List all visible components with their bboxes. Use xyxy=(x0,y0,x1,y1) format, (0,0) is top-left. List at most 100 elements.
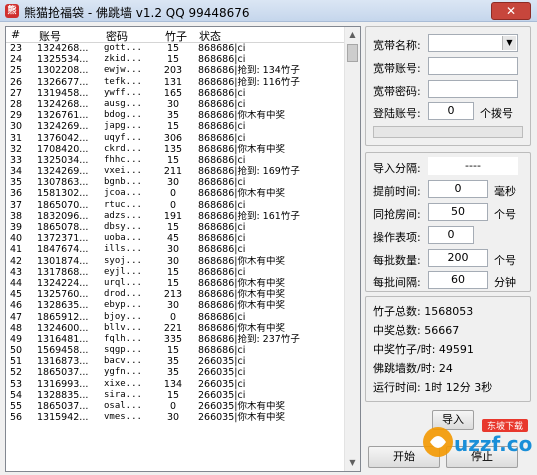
row-account: 1319458... xyxy=(37,87,89,99)
table-row[interactable]: 44 1324224... urql... 15 868686|你木有中奖 xyxy=(6,278,345,289)
broadband-account-input[interactable] xyxy=(428,57,518,75)
row-password: bgnb... xyxy=(104,177,142,188)
row-index: 25 xyxy=(10,65,23,77)
row-status: 868686|抢到: 169竹子 xyxy=(198,166,300,178)
row-bamboo: 306 xyxy=(163,132,183,144)
table-row[interactable]: 41 1847674... ills... 30 868686|ci xyxy=(6,244,345,255)
column-header-bamboo[interactable]: 竹子 xyxy=(165,28,187,44)
row-status: 868686|你木有中奖 xyxy=(198,322,285,334)
table-row[interactable]: 50 1569458... sqgp... 15 868686|ci xyxy=(6,345,345,356)
table-row[interactable]: 35 1307863... bgnb... 30 868686|ci xyxy=(6,177,345,188)
table-row[interactable]: 36 1581302... jcoa... 0 868686|你木有中奖 xyxy=(6,188,345,199)
row-index: 53 xyxy=(10,378,23,390)
row-index: 56 xyxy=(10,412,23,424)
row-status: 868686|ci xyxy=(198,233,246,245)
table-row[interactable]: 28 1324268... ausg... 30 868686|ci xyxy=(6,99,345,110)
row-bamboo: 15 xyxy=(166,121,180,133)
scroll-up-icon[interactable]: ▲ xyxy=(345,27,360,43)
same-room-input[interactable]: 50 xyxy=(428,203,488,221)
row-bamboo: 35 xyxy=(166,356,180,368)
login-count-label: 登陆账号: xyxy=(373,107,421,120)
table-row[interactable]: 48 1324600... bllv... 221 868686|你木有中奖 xyxy=(6,323,345,334)
login-count-input[interactable]: 0 xyxy=(428,102,474,120)
table-row[interactable]: 51 1316873... bacv... 35 266035|ci xyxy=(6,356,345,367)
settings-panel: 导入分隔: ---- 提前时间: 0 毫秒 同抢房间: 50 个号 操作表项: … xyxy=(365,152,531,292)
row-index: 36 xyxy=(10,188,23,200)
table-row[interactable]: 43 1317868... eyjl... 15 868686|ci xyxy=(6,267,345,278)
row-status: 868686|ci xyxy=(198,177,246,189)
row-bamboo: 0 xyxy=(169,401,177,412)
table-row[interactable]: 54 1328835... sira... 15 266035|ci xyxy=(6,390,345,401)
column-header-status[interactable]: 状态 xyxy=(199,28,221,44)
row-bamboo: 15 xyxy=(166,345,180,357)
row-password: uoba... xyxy=(104,233,142,244)
row-bamboo: 0 xyxy=(169,199,177,211)
row-bamboo: 221 xyxy=(163,322,183,334)
import-separator-input[interactable]: ---- xyxy=(428,157,518,175)
table-row[interactable]: 29 1326761... bdog... 35 868686|你木有中奖 xyxy=(6,110,345,121)
account-table[interactable]: # 账号 密码 竹子 状态 23 1324268... gott... 15 86868… xyxy=(5,26,361,472)
row-password: vxei... xyxy=(104,166,142,177)
row-status: 868686|ci xyxy=(198,154,246,166)
table-row[interactable]: 55 1865037... osal... 0 266035|你木有中奖 xyxy=(6,401,345,412)
batch-count-input[interactable]: 200 xyxy=(428,249,488,267)
row-account: 1376042... xyxy=(37,132,89,144)
table-row[interactable]: 40 1372371... uoba... 45 868686|ci xyxy=(6,233,345,244)
table-row[interactable]: 27 1319458... ywff... 165 868686|ci xyxy=(6,88,345,99)
table-row[interactable]: 46 1328635... ebyp... 30 868686|你木有中奖 xyxy=(6,300,345,311)
row-bamboo: 30 xyxy=(166,412,180,424)
broadband-name-select[interactable]: ▼ xyxy=(428,34,518,52)
row-bamboo: 203 xyxy=(163,65,183,77)
advance-time-input[interactable]: 0 xyxy=(428,180,488,198)
table-row[interactable]: 23 1324268... gott... 15 868686|ci xyxy=(6,43,345,54)
table-row[interactable]: 34 1324269... vxei... 211 868686|抢到: 169竹子 xyxy=(6,166,345,177)
table-row[interactable]: 24 1325534... zkid... 15 868686|ci xyxy=(6,54,345,65)
row-account: 1326761... xyxy=(37,110,89,122)
table-row[interactable]: 31 1376042... uqyf... 306 868686|ci xyxy=(6,133,345,144)
table-body: 23 1324268... gott... 15 868686|ci 24 1325534.… xyxy=(6,43,345,423)
login-count-suffix: 个拨号 xyxy=(480,107,513,120)
table-scrollbar[interactable]: ▲ ▼ xyxy=(344,27,360,471)
table-row[interactable]: 53 1316993... xixe... 134 266035|ci xyxy=(6,379,345,390)
table-row[interactable]: 47 1865912... bjoy... 0 868686|ci xyxy=(6,312,345,323)
row-index: 45 xyxy=(10,289,23,301)
column-header-account[interactable]: 账号 xyxy=(39,28,61,44)
table-row[interactable]: 38 1832096... adzs... 191 868686|抢到: 161竹子 xyxy=(6,211,345,222)
column-header-password[interactable]: 密码 xyxy=(106,28,128,44)
batch-interval-label: 每批间隔: xyxy=(373,276,421,289)
row-index: 40 xyxy=(10,233,23,245)
close-window-button[interactable]: ✕ xyxy=(491,2,531,20)
chevron-down-icon[interactable]: ▼ xyxy=(502,36,516,50)
scroll-thumb[interactable] xyxy=(347,44,358,62)
table-row[interactable]: 33 1325034... fhhc... 15 868686|ci xyxy=(6,155,345,166)
table-row[interactable]: 52 1865037... ygfn... 35 266035|ci xyxy=(6,367,345,378)
operation-item-input[interactable]: 0 xyxy=(428,226,474,244)
row-index: 38 xyxy=(10,210,23,222)
row-index: 28 xyxy=(10,98,23,110)
table-row[interactable]: 39 1865078... dbsy... 15 868686|ci xyxy=(6,222,345,233)
column-header-index[interactable]: # xyxy=(11,28,20,41)
row-status: 266035|ci xyxy=(198,389,246,401)
row-account: 1317868... xyxy=(37,266,89,278)
batch-interval-unit: 分钟 xyxy=(494,276,516,289)
row-account: 1325534... xyxy=(37,54,89,66)
table-row[interactable]: 49 1316481... fqlh... 335 868686|抢到: 237竹子 xyxy=(6,334,345,345)
table-row[interactable]: 32 1708420... ckrd... 135 868686|你木有中奖 xyxy=(6,144,345,155)
table-row[interactable]: 26 1326677... tefk... 131 868686|抢到: 116竹子 xyxy=(6,77,345,88)
table-row[interactable]: 25 1302208... ewjw... 203 868686|抢到: 134竹子 xyxy=(6,65,345,76)
table-row[interactable]: 30 1324269... japg... 15 868686|ci xyxy=(6,121,345,132)
row-account: 1324268... xyxy=(37,43,89,54)
table-row[interactable]: 37 1865070... rtuc... 0 868686|ci xyxy=(6,200,345,211)
advance-time-unit: 毫秒 xyxy=(494,185,516,198)
table-row[interactable]: 42 1301874... syoj... 30 868686|你木有中奖 xyxy=(6,256,345,267)
row-bamboo: 15 xyxy=(166,54,180,66)
batch-interval-input[interactable]: 60 xyxy=(428,271,488,289)
broadband-password-input[interactable] xyxy=(428,80,518,98)
table-row[interactable]: 45 1325760... drod... 213 868686|你木有中奖 xyxy=(6,289,345,300)
row-bamboo: 134 xyxy=(163,378,183,390)
scroll-down-icon[interactable]: ▼ xyxy=(345,455,360,471)
row-password: xixe... xyxy=(104,378,142,389)
row-index: 34 xyxy=(10,166,23,178)
row-password: eyjl... xyxy=(104,266,142,277)
table-row[interactable]: 56 1315942... vmes... 30 266035|你木有中奖 xyxy=(6,412,345,423)
